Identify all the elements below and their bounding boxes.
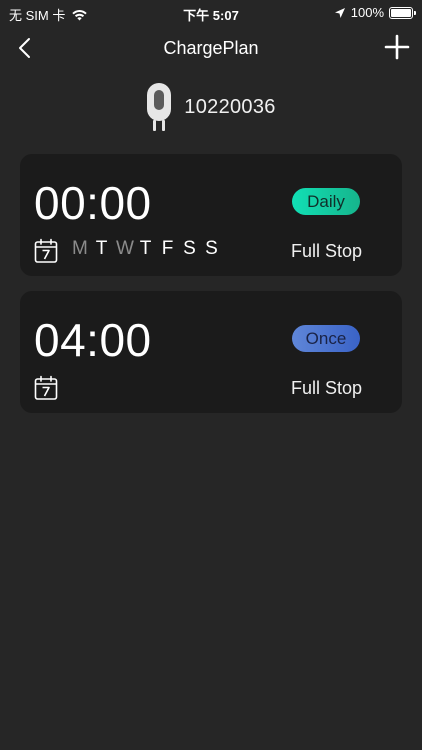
weekday-monday: M — [72, 238, 88, 259]
plan-mode: Full Stop — [290, 241, 362, 261]
plus-icon[interactable] — [384, 34, 410, 60]
repeat-badge: Daily — [292, 188, 360, 215]
weekday-saturday: S — [183, 238, 196, 259]
charge-plan-card[interactable]: 04:00 Once Full Stop — [20, 291, 402, 413]
weekday-selector: M T W T F S S — [72, 238, 219, 260]
plan-mode: Full Stop — [290, 378, 362, 398]
weekday-thursday: T — [139, 238, 152, 259]
calendar-icon — [34, 375, 58, 400]
status-right: 100% — [334, 5, 416, 20]
charge-plan-card[interactable]: 00:00 Daily M T W T F S S Full Stop — [20, 154, 402, 276]
plan-time: 00:00 — [34, 177, 152, 229]
calendar-icon — [34, 238, 58, 263]
weekday-wednesday: W — [116, 238, 134, 259]
weekday-friday: F — [161, 238, 174, 259]
plan-time: 04:00 — [34, 314, 152, 366]
battery-fill — [391, 8, 411, 17]
battery-percent: 100% — [350, 5, 384, 20]
weekday-tuesday: T — [95, 238, 108, 259]
weekday-sunday: S — [205, 238, 218, 259]
device-header: 10220036 — [0, 82, 422, 132]
nav-bar: ChargePlan — [0, 28, 422, 68]
location-arrow-icon — [334, 7, 345, 18]
device-id: 10220036 — [184, 95, 276, 118]
status-bar: 无 SIM 卡 下午 5:07 100% — [0, 0, 422, 26]
charge-plan-screen: 无 SIM 卡 下午 5:07 100% ChargePlan 10220036… — [0, 0, 422, 750]
page-title: ChargePlan — [163, 38, 259, 58]
repeat-badge: Once — [292, 325, 360, 352]
charger-plug-icon — [147, 83, 172, 131]
battery-icon — [389, 6, 416, 19]
